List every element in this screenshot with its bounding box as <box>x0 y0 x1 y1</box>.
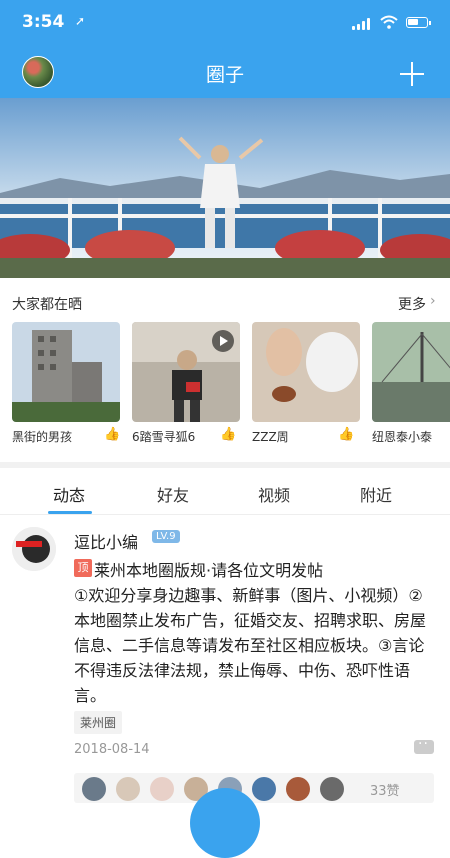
play-icon[interactable] <box>212 330 234 352</box>
tab-nearby[interactable]: 附近 <box>360 482 392 506</box>
location-arrow-icon: ➚ <box>75 14 86 28</box>
shared-item-caption: 纽恩泰小泰 <box>372 430 433 444</box>
shared-section-header: 大家都在晒 更多 › <box>0 280 450 320</box>
tab-video[interactable]: 视频 <box>258 482 290 506</box>
pinned-badge: 顶 <box>74 559 92 577</box>
more-link[interactable]: 更多 <box>398 294 426 314</box>
page-title: 圈子 <box>205 64 244 86</box>
battery-icon <box>406 17 431 28</box>
shared-section-title: 大家都在晒 <box>12 297 82 313</box>
level-badge: LV.9 <box>152 530 180 543</box>
shared-item-caption: ZZZ周 <box>252 430 289 444</box>
liker-avatar[interactable] <box>252 777 276 801</box>
tab-dynamic[interactable]: 动态 <box>53 482 85 506</box>
status-bar: 3:54 ➚ <box>0 0 450 44</box>
shared-item-image[interactable] <box>372 322 450 422</box>
tab-friends[interactable]: 好友 <box>157 482 189 506</box>
post-date: 2018-08-14 <box>74 742 150 757</box>
shared-item-image[interactable] <box>132 322 240 422</box>
post-card[interactable]: 逗比小编 LV.9 顶 莱州本地圈版规·请各位文明发帖 ①欢迎分享身边趣事、新鲜… <box>0 515 450 803</box>
likers-bar[interactable]: 33赞 <box>74 773 434 803</box>
comment-icon[interactable] <box>414 736 434 754</box>
post-title: 莱州本地圈版规·请各位文明发帖 <box>94 561 324 580</box>
nav-bar: 圈子 <box>0 44 450 98</box>
post-tag[interactable]: 莱州圈 <box>74 711 123 734</box>
liker-avatar[interactable] <box>286 777 310 801</box>
liker-avatar[interactable] <box>320 777 344 801</box>
shared-thumbnail-list: 黑街的男孩 👍 6踏雪寻狐6 👍 ZZZ周 👍 纽恩泰小泰 <box>0 322 450 452</box>
shared-item-caption: 黑街的男孩 <box>12 430 73 444</box>
shared-item[interactable]: 黑街的男孩 👍 <box>12 322 120 444</box>
thumbs-up-icon[interactable]: 👍 <box>220 427 236 442</box>
liker-avatar[interactable] <box>150 777 174 801</box>
shared-item[interactable]: 纽恩泰小泰 <box>372 322 450 444</box>
thumbs-up-icon[interactable]: 👍 <box>104 427 120 442</box>
like-count: 33赞 <box>370 784 400 799</box>
shared-item-image[interactable] <box>252 322 360 422</box>
shared-item-image[interactable] <box>12 322 120 422</box>
banner-image[interactable] <box>0 98 450 278</box>
shared-item[interactable]: 6踏雪寻狐6 👍 <box>132 322 240 444</box>
floating-action-button[interactable] <box>190 788 260 858</box>
cellular-signal-icon <box>352 18 372 30</box>
chevron-right-icon[interactable]: › <box>430 293 436 309</box>
shared-item[interactable]: ZZZ周 👍 <box>252 322 360 444</box>
tab-indicator <box>48 511 92 514</box>
thumbs-up-icon[interactable]: 👍 <box>338 427 354 442</box>
post-author-name[interactable]: 逗比小编 <box>74 529 138 553</box>
post-body: ①欢迎分享身边趣事、新鲜事（图片、小视频）②本地圈禁止发布广告，征婚交友、招聘求… <box>74 586 427 705</box>
liker-avatar[interactable] <box>116 777 140 801</box>
feed-tabs: 动态 好友 视频 附近 <box>0 468 450 515</box>
post-author-avatar[interactable] <box>12 527 56 571</box>
shared-item-caption: 6踏雪寻狐6 <box>132 430 196 444</box>
status-time: 3:54 <box>22 12 65 32</box>
plus-icon[interactable] <box>400 62 424 86</box>
liker-avatar[interactable] <box>82 777 106 801</box>
wifi-icon <box>380 15 398 29</box>
